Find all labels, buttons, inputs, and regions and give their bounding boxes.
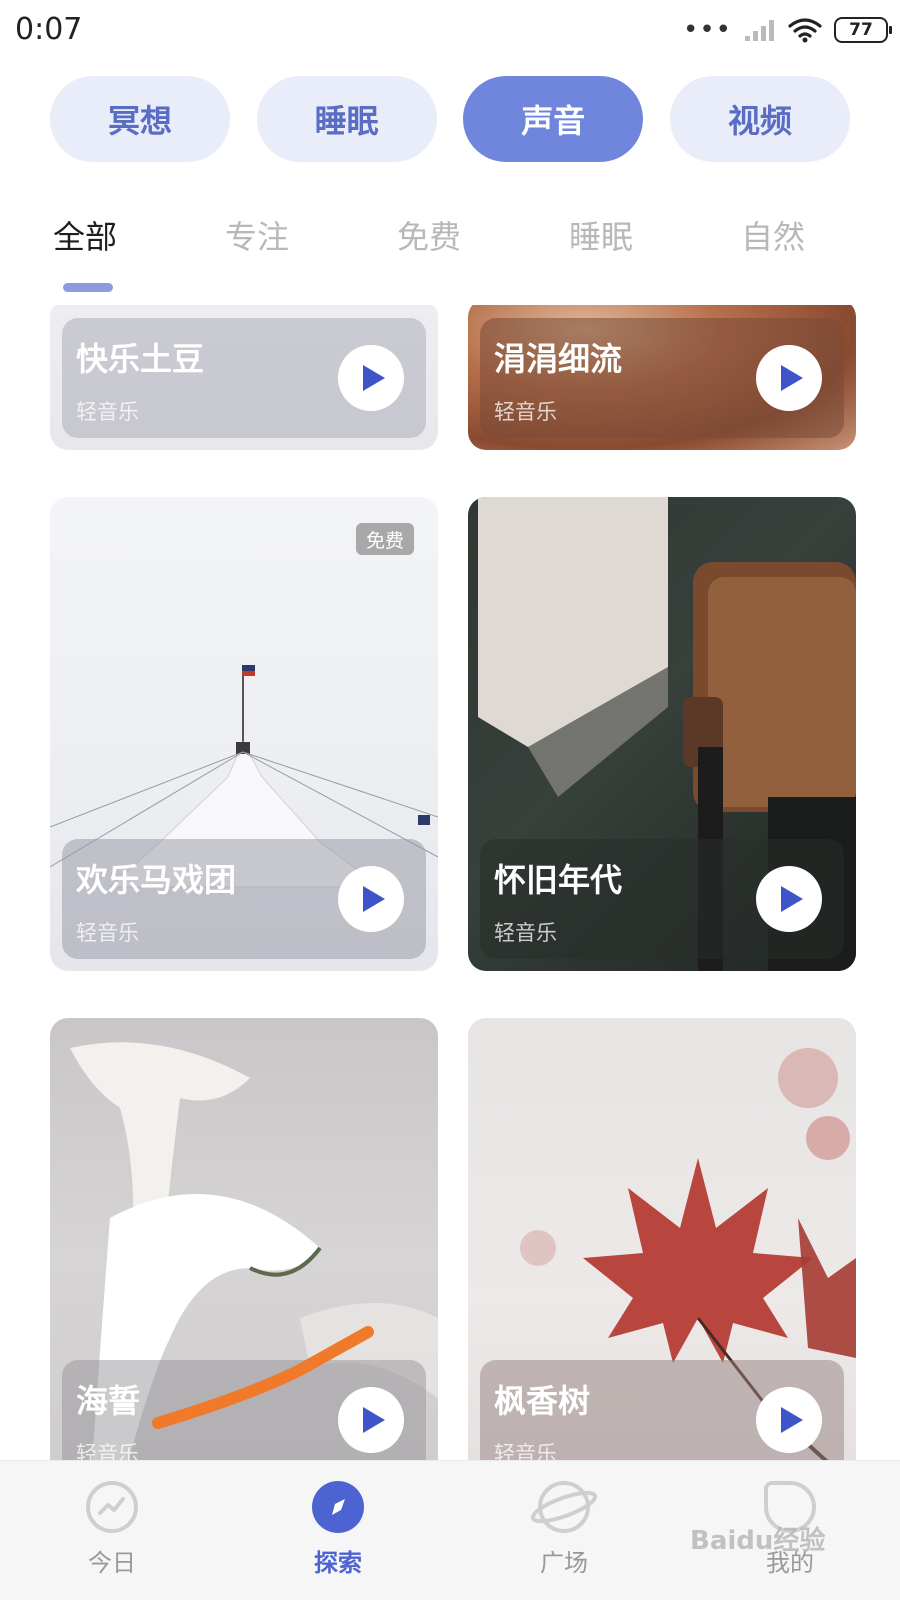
card-title: 枫香树 xyxy=(494,1382,591,1420)
card-subtitle: 轻音乐 xyxy=(494,400,557,424)
card-title: 怀旧年代 xyxy=(494,861,623,899)
status-icons: ••• 77 xyxy=(682,14,892,46)
sound-card[interactable]: 快乐土豆 轻音乐 xyxy=(50,305,438,450)
tab-all[interactable]: 全部 xyxy=(53,212,117,258)
tab-nature[interactable]: 自然 xyxy=(741,212,805,258)
card-title: 海誓 xyxy=(76,1382,141,1420)
play-icon xyxy=(363,886,385,912)
card-title: 涓涓细流 xyxy=(494,340,623,378)
sound-card[interactable]: 涓涓细流 轻音乐 xyxy=(468,305,856,450)
card-info-overlay: 欢乐马戏团 轻音乐 xyxy=(62,839,426,959)
play-button[interactable] xyxy=(756,345,822,411)
card-info-overlay: 怀旧年代 轻音乐 xyxy=(480,839,844,959)
category-meditation-button[interactable]: 冥想 xyxy=(50,76,230,162)
category-label: 声音 xyxy=(521,102,586,140)
play-icon xyxy=(781,365,803,391)
category-sleep-button[interactable]: 睡眠 xyxy=(256,76,437,162)
free-badge: 免费 xyxy=(355,523,414,555)
status-time: 0:07 xyxy=(15,12,83,47)
planet-icon xyxy=(530,1481,598,1533)
tab-free[interactable]: 免费 xyxy=(397,212,461,258)
sound-card[interactable]: 枫香树 轻音乐 xyxy=(468,1018,856,1460)
nav-square[interactable]: 广场 xyxy=(504,1481,624,1578)
card-title: 快乐土豆 xyxy=(76,340,205,378)
play-button[interactable] xyxy=(338,1387,404,1453)
play-icon xyxy=(781,1407,803,1433)
tab-sleep[interactable]: 睡眠 xyxy=(569,212,633,258)
card-info-overlay: 涓涓细流 轻音乐 xyxy=(480,318,844,438)
battery-level: 77 xyxy=(849,20,873,40)
wifi-icon xyxy=(788,18,822,43)
nav-explore[interactable]: 探索 xyxy=(278,1481,398,1578)
nav-today[interactable]: 今日 xyxy=(52,1481,172,1578)
play-button[interactable] xyxy=(756,866,822,932)
watermark: Baidu经验 xyxy=(690,1526,826,1556)
signal-icon xyxy=(745,20,774,41)
card-info-overlay: 快乐土豆 轻音乐 xyxy=(62,318,426,438)
card-subtitle: 轻音乐 xyxy=(76,1442,139,1460)
card-title: 欢乐马戏团 xyxy=(76,861,237,899)
nav-label: 广场 xyxy=(540,1549,588,1577)
battery-icon: 77 xyxy=(834,17,892,43)
play-button[interactable] xyxy=(338,866,404,932)
compass-icon xyxy=(312,1481,364,1533)
sound-card[interactable]: 免费 欢乐马戏团 轻音乐 xyxy=(50,497,438,971)
today-chart-icon xyxy=(86,1481,138,1533)
card-subtitle: 轻音乐 xyxy=(76,400,139,424)
card-subtitle: 轻音乐 xyxy=(494,1442,557,1460)
sound-card[interactable]: 怀旧年代 轻音乐 xyxy=(468,497,856,971)
card-subtitle: 轻音乐 xyxy=(76,921,139,945)
category-tabs: 冥想 睡眠 声音 视频 xyxy=(50,76,850,162)
category-label: 冥想 xyxy=(107,102,172,140)
play-icon xyxy=(363,1407,385,1433)
card-subtitle: 轻音乐 xyxy=(494,921,557,945)
filter-tabs: 全部 专注 免费 睡眠 自然 xyxy=(0,212,900,272)
play-icon xyxy=(781,886,803,912)
category-sound-button[interactable]: 声音 xyxy=(463,76,644,162)
category-video-button[interactable]: 视频 xyxy=(669,76,850,162)
card-info-overlay: 海誓 轻音乐 xyxy=(62,1360,426,1460)
sound-list[interactable]: 快乐土豆 轻音乐 涓涓细流 轻音乐 免费 欢乐马戏团 轻音乐 怀旧年代 轻音乐 … xyxy=(0,305,900,1460)
sound-card[interactable]: 海誓 轻音乐 xyxy=(50,1018,438,1460)
card-info-overlay: 枫香树 轻音乐 xyxy=(480,1360,844,1460)
status-bar: 0:07 ••• 77 xyxy=(0,0,900,62)
play-button[interactable] xyxy=(756,1387,822,1453)
more-dots-icon: ••• xyxy=(682,15,732,45)
play-icon xyxy=(363,365,385,391)
tab-indicator xyxy=(63,283,113,292)
tab-focus[interactable]: 专注 xyxy=(225,212,289,258)
nav-label: 探索 xyxy=(314,1549,362,1577)
category-label: 视频 xyxy=(727,102,792,140)
category-label: 睡眠 xyxy=(314,102,379,140)
play-button[interactable] xyxy=(338,345,404,411)
nav-label: 今日 xyxy=(88,1549,136,1577)
